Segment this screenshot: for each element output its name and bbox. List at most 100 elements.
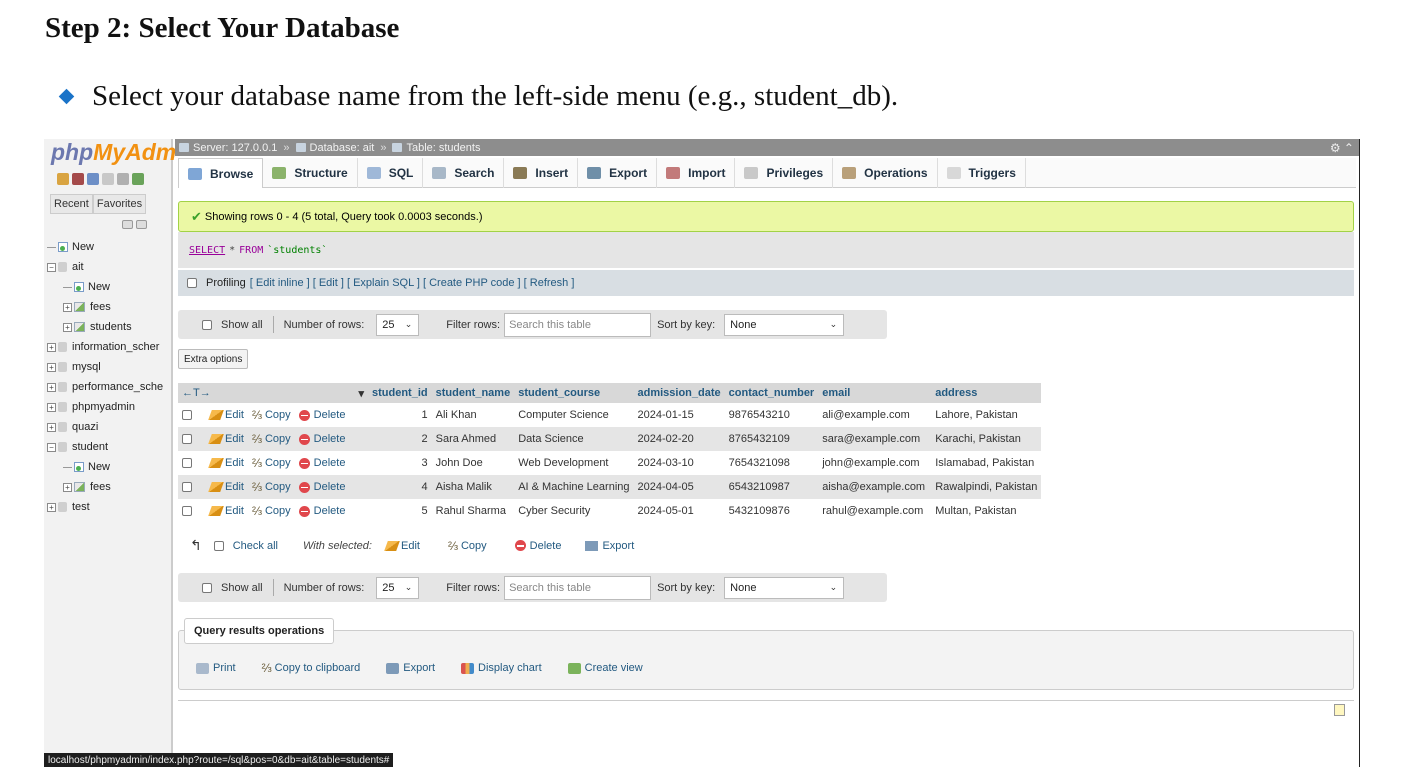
tree-item[interactable]: − student [47,437,173,457]
check-all-label[interactable]: Check all [233,540,278,552]
home-icon[interactable] [57,173,69,185]
expand-icon[interactable]: + [63,322,72,332]
tree-item[interactable]: + phpmyadmin [47,397,173,417]
link-icon[interactable] [136,220,147,229]
row-checkbox[interactable] [182,506,192,516]
copy-button[interactable]: ⅔ Copy [252,504,291,518]
show-all-checkbox[interactable] [202,319,212,330]
number-of-rows-select[interactable]: 25 ⌄ [376,576,420,599]
delete-button[interactable]: Delete [298,433,345,445]
exit-icon[interactable] [72,173,84,185]
cell-student-name[interactable]: Rahul Sharma [431,499,515,523]
tree-item-label[interactable]: student [72,441,108,453]
cell-address[interactable]: Islamabad, Pakistan [931,451,1042,475]
breadcrumb-database[interactable]: Database: ait [310,142,375,154]
column-header-student-id[interactable]: student_id [368,383,432,403]
tree-item[interactable]: + fees [47,477,173,497]
expand-icon[interactable]: + [47,362,56,372]
cell-contact-number[interactable]: 7654321098 [724,451,819,475]
tree-item-label[interactable]: performance_sche [72,381,163,393]
expand-icon[interactable]: + [47,382,56,392]
settings-gear-icon[interactable]: ⚙ ⌃ [1330,141,1354,155]
sort-by-key-select[interactable]: None ⌄ [724,313,845,336]
collapse-icon[interactable]: − [47,262,56,272]
tree-item[interactable]: New [47,237,173,257]
tab-sql[interactable]: SQL [358,158,424,188]
print-button[interactable]: Print [196,661,236,675]
cell-email[interactable]: ali@example.com [818,403,932,427]
cell-email[interactable]: john@example.com [818,451,932,475]
expand-icon[interactable]: + [63,482,72,492]
tree-item-label[interactable]: quazi [72,421,98,433]
profiling-links[interactable]: [ Edit inline ] [ Edit ] [ Explain SQL ]… [250,277,575,289]
tree-item-label[interactable]: information_scher [72,341,159,353]
row-checkbox[interactable] [182,458,192,468]
display-chart-button[interactable]: Display chart [461,661,542,675]
delete-button[interactable]: Delete [298,409,345,421]
help-icon[interactable] [87,173,99,185]
number-of-rows-select[interactable]: 25 ⌄ [376,313,420,336]
tree-item-label[interactable]: ait [72,261,84,273]
tab-export[interactable]: Export [578,158,658,188]
bulk-copy-button[interactable]: ⅔ Copy [448,539,487,553]
cell-student-name[interactable]: John Doe [431,451,515,475]
tree-item[interactable]: + test [47,497,173,517]
cell-contact-number[interactable]: 6543210987 [724,475,819,499]
tab-insert[interactable]: Insert [504,158,579,188]
cell-contact-number[interactable]: 9876543210 [724,403,819,427]
cell-student-course[interactable]: Computer Science [514,403,634,427]
cell-student-id[interactable]: 5 [368,499,432,523]
tree-item-label[interactable]: New [88,281,110,293]
cell-address[interactable]: Lahore, Pakistan [931,403,1042,427]
edit-button[interactable]: Edit [208,433,244,445]
cell-contact-number[interactable]: 8765432109 [724,427,819,451]
show-all-checkbox[interactable] [202,582,212,593]
cell-student-name[interactable]: Aisha Malik [431,475,515,499]
column-header-contact-number[interactable]: contact_number [724,383,819,403]
column-header-address[interactable]: address [931,383,1042,403]
phpmyadmin-logo[interactable]: phpMyAdm [51,139,176,166]
cell-student-id[interactable]: 4 [368,475,432,499]
copy-button[interactable]: ⅔ Copy [252,432,291,446]
cell-student-course[interactable]: Cyber Security [514,499,634,523]
check-all-checkbox[interactable] [213,540,224,551]
tab-search[interactable]: Search [423,158,505,188]
column-resize-arrows[interactable]: ←T→ ▾ [178,383,368,403]
cell-address[interactable]: Karachi, Pakistan [931,427,1042,451]
breadcrumb-server[interactable]: Server: 127.0.0.1 [193,142,277,154]
sql-select-keyword[interactable]: SELECT [189,245,225,256]
bulk-delete-button[interactable]: Delete [514,540,561,552]
cell-email[interactable]: rahul@example.com [818,499,932,523]
delete-button[interactable]: Delete [298,505,345,517]
edit-button[interactable]: Edit [208,457,244,469]
tree-item[interactable]: − ait [47,257,173,277]
tree-item-label[interactable]: test [72,501,90,513]
create-view-button[interactable]: Create view [567,661,643,675]
tree-item[interactable]: + fees [47,297,173,317]
reload-icon[interactable] [132,173,144,185]
cell-admission-date[interactable]: 2024-04-05 [633,475,725,499]
copy-button[interactable]: ⅔ Copy [252,408,291,422]
expand-icon[interactable]: + [47,342,56,352]
cell-address[interactable]: Rawalpindi, Pakistan [931,475,1042,499]
cell-student-id[interactable]: 1 [368,403,432,427]
collapse-icon[interactable]: − [47,442,56,452]
tree-item-label[interactable]: mysql [72,361,101,373]
breadcrumb-table[interactable]: Table: students [406,142,480,154]
tab-structure[interactable]: Structure [263,158,358,188]
sort-by-key-select[interactable]: None ⌄ [724,576,845,599]
column-header-student-course[interactable]: student_course [514,383,634,403]
row-checkbox[interactable] [182,482,192,492]
filter-rows-input[interactable]: Search this table [504,575,652,600]
docs-icon[interactable] [102,173,114,185]
tree-item[interactable]: + mysql [47,357,173,377]
cell-contact-number[interactable]: 5432109876 [724,499,819,523]
expand-icon[interactable]: + [47,502,56,512]
expand-icon[interactable]: + [47,402,56,412]
edit-button[interactable]: Edit [208,409,244,421]
tree-item[interactable]: + information_scher [47,337,173,357]
cell-admission-date[interactable]: 2024-01-15 [633,403,725,427]
cell-student-id[interactable]: 3 [368,451,432,475]
tree-item[interactable]: + quazi [47,417,173,437]
tree-item-label[interactable]: fees [90,301,111,313]
